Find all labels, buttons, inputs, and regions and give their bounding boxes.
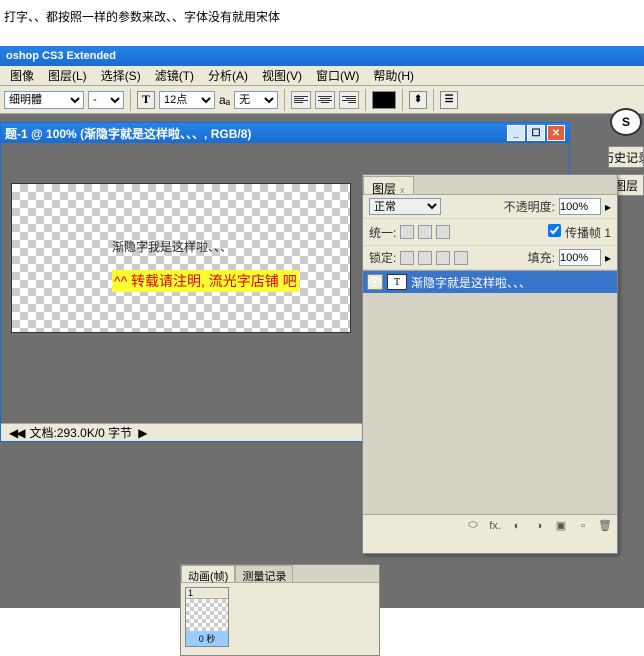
fill-label: 填充:: [528, 249, 555, 266]
menu-select[interactable]: 选择(S): [95, 65, 147, 86]
text-size-icon: T: [137, 91, 155, 109]
opacity-dropdown-icon[interactable]: ▸: [605, 200, 611, 214]
layer-item[interactable]: 👁 T 渐隐字就是这样啦、、、: [363, 271, 617, 293]
menu-analysis[interactable]: 分析(A): [202, 65, 254, 86]
animation-frames-tab[interactable]: 动画(帧): [181, 565, 235, 582]
frame-number: 1: [186, 588, 228, 599]
text-color-swatch[interactable]: [372, 91, 396, 109]
menu-window[interactable]: 窗口(W): [310, 65, 365, 86]
character-panel-button[interactable]: ☰: [440, 91, 458, 109]
menu-image[interactable]: 图像: [4, 65, 40, 86]
font-style-select[interactable]: -: [88, 91, 124, 109]
unify-position-icon[interactable]: [400, 225, 414, 239]
photoshop-window: oshop CS3 Extended 图像 图层(L) 选择(S) 滤镜(T) …: [0, 46, 644, 588]
layers-panel: 图层x 正常 不透明度: ▸ 统一: 传播帧 1 锁定:: [362, 174, 618, 554]
menu-help[interactable]: 帮助(H): [367, 65, 420, 86]
menu-filter[interactable]: 滤镜(T): [149, 65, 200, 86]
measurement-log-tab[interactable]: 测量记录: [235, 565, 293, 582]
document-title: 题-1 @ 100% (渐隐字就是这样啦、、、, RGB/8): [5, 125, 251, 142]
status-arrow-left[interactable]: ◀◀: [9, 426, 23, 440]
lock-image-icon[interactable]: [418, 251, 432, 265]
menu-view[interactable]: 视图(V): [256, 65, 308, 86]
propagate-checkbox[interactable]: [548, 222, 561, 239]
minimize-button[interactable]: _: [507, 125, 525, 141]
document-titlebar[interactable]: 题-1 @ 100% (渐隐字就是这样啦、、、, RGB/8) _ ☐ ✕: [1, 123, 569, 143]
layer-style-icon[interactable]: fx.: [487, 519, 503, 533]
status-dropdown-icon[interactable]: ▶: [138, 426, 147, 440]
app-titlebar: oshop CS3 Extended: [0, 46, 644, 66]
annotation-text: 打字、、都按照一样的参数来改、、字体没有就用宋体: [0, 0, 644, 45]
unify-style-icon[interactable]: [436, 225, 450, 239]
menu-layer[interactable]: 图层(L): [42, 65, 93, 86]
adjustment-layer-icon[interactable]: ◑: [531, 519, 547, 533]
layers-tab[interactable]: 图层x: [363, 176, 414, 194]
link-layers-icon[interactable]: ⬭: [465, 519, 481, 533]
warp-text-button[interactable]: ⬍: [409, 91, 427, 109]
visibility-eye-icon[interactable]: 👁: [367, 274, 383, 290]
aa-label: aₐ: [219, 93, 230, 107]
watermark-text: ^^ 转载请注明, 流光字店铺 吧: [112, 270, 299, 292]
opacity-label: 不透明度:: [504, 198, 555, 215]
opacity-input[interactable]: [559, 198, 601, 215]
fill-input[interactable]: [559, 249, 601, 266]
frame-delay[interactable]: 0 秒: [186, 631, 228, 646]
delete-layer-icon[interactable]: 🗑: [597, 519, 613, 533]
options-bar: 细明體 - T 12点 aₐ 无 ⬍ ☰: [0, 86, 644, 114]
antialias-select[interactable]: 无: [234, 91, 278, 109]
unify-label: 统一:: [369, 224, 396, 241]
canvas-text-layer[interactable]: 渐隐字我是这样啦、、、: [112, 238, 232, 255]
lock-label: 锁定:: [369, 249, 396, 266]
align-left-button[interactable]: [291, 91, 311, 109]
layer-name[interactable]: 渐隐字就是这样啦、、、: [411, 274, 531, 291]
propagate-label: 传播帧 1: [565, 224, 611, 241]
fill-dropdown-icon[interactable]: ▸: [605, 251, 611, 265]
frame-thumbnail[interactable]: [186, 599, 228, 631]
panel-tabs: 图层x: [363, 175, 617, 195]
history-panel-button[interactable]: 历史记录: [608, 146, 644, 168]
close-button[interactable]: ✕: [547, 125, 565, 141]
animation-tabs: 动画(帧) 测量记录: [181, 565, 379, 583]
canvas[interactable]: 渐隐字我是这样啦、、、 ^^ 转载请注明, 流光字店铺 吧: [11, 183, 351, 333]
animation-panel: 动画(帧) 测量记录 1 0 秒: [180, 564, 380, 656]
unify-visibility-icon[interactable]: [418, 225, 432, 239]
layer-list: 👁 T 渐隐字就是这样啦、、、: [363, 270, 617, 514]
tab-close-icon[interactable]: x: [400, 185, 405, 195]
layer-thumbnail[interactable]: T: [387, 274, 407, 290]
align-center-button[interactable]: [315, 91, 335, 109]
skype-icon[interactable]: S: [610, 108, 642, 136]
workspace: 题-1 @ 100% (渐隐字就是这样啦、、、, RGB/8) _ ☐ ✕ 渐隐…: [0, 114, 644, 608]
blend-mode-select[interactable]: 正常: [369, 198, 441, 215]
maximize-button[interactable]: ☐: [527, 125, 545, 141]
lock-transparency-icon[interactable]: [400, 251, 414, 265]
lock-all-icon[interactable]: [454, 251, 468, 265]
layers-panel-footer: ⬭ fx. ◐ ◑ ▣ ▫ 🗑: [363, 514, 617, 536]
lock-position-icon[interactable]: [436, 251, 450, 265]
doc-size-info: 文档:293.0K/0 字节: [29, 424, 132, 441]
font-family-select[interactable]: 细明體: [4, 91, 84, 109]
align-right-button[interactable]: [339, 91, 359, 109]
font-size-select[interactable]: 12点: [159, 91, 215, 109]
menubar: 图像 图层(L) 选择(S) 滤镜(T) 分析(A) 视图(V) 窗口(W) 帮…: [0, 66, 644, 86]
layer-mask-icon[interactable]: ◐: [509, 519, 525, 533]
animation-frame[interactable]: 1 0 秒: [185, 587, 229, 647]
new-layer-icon[interactable]: ▫: [575, 519, 591, 533]
layer-group-icon[interactable]: ▣: [553, 519, 569, 533]
